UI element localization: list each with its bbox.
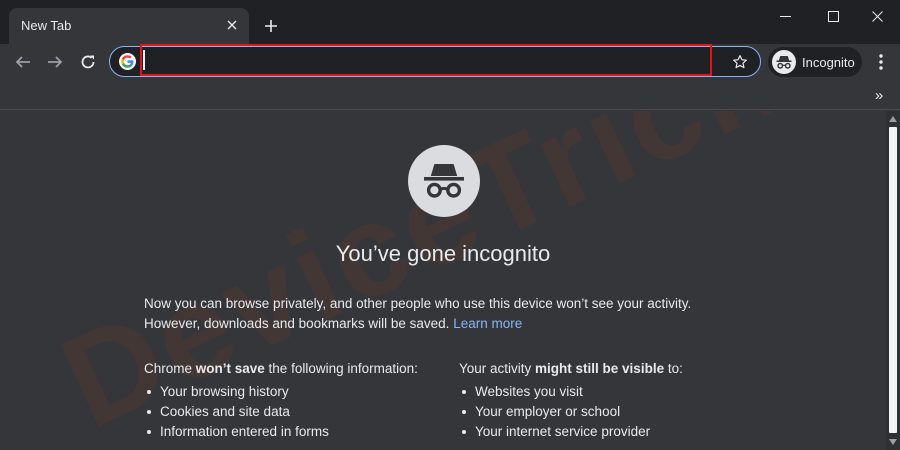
incognito-icon: [772, 50, 796, 74]
google-logo-icon: [119, 53, 136, 70]
list-item: Information entered in forms: [144, 422, 418, 442]
toolbar: Incognito: [0, 44, 900, 80]
maximize-icon[interactable]: [810, 0, 856, 32]
tab-strip: New Tab: [0, 0, 900, 44]
still-visible-list: Websites you visit Your employer or scho…: [459, 382, 683, 442]
intro-line-2: However, downloads and bookmarks will be…: [144, 314, 764, 334]
incognito-page: DeviceTricks You’ve gone incognito Now y…: [0, 111, 886, 450]
wont-save-section: Chrome won’t save the following informat…: [144, 359, 418, 442]
minimize-icon[interactable]: [762, 0, 808, 32]
scroll-down-icon[interactable]: [889, 438, 897, 446]
close-icon[interactable]: [223, 16, 241, 34]
page-title: You’ve gone incognito: [335, 241, 551, 266]
arrow-back-icon[interactable]: [10, 49, 36, 75]
more-vert-icon[interactable]: [870, 49, 892, 75]
incognito-label: Incognito: [802, 55, 855, 70]
still-visible-section: Your activity might still be visible to:…: [459, 359, 683, 442]
title-prefix: Your activity: [459, 361, 536, 376]
reload-icon[interactable]: [75, 49, 101, 75]
plus-icon[interactable]: [260, 15, 282, 37]
incognito-icon: [408, 145, 480, 217]
omnibox[interactable]: [109, 46, 761, 77]
window-close-icon[interactable]: [854, 0, 900, 32]
title-bold: might still be visible: [535, 361, 665, 376]
intro-text: Now you can browse privately, and other …: [144, 294, 764, 334]
scroll-thumb[interactable]: [889, 127, 897, 433]
scroll-up-icon[interactable]: [889, 115, 897, 123]
star-icon[interactable]: [730, 52, 750, 72]
bookmarks-bar: »: [0, 80, 900, 110]
learn-more-link[interactable]: Learn more: [453, 316, 522, 331]
tab-new-tab[interactable]: New Tab: [9, 8, 249, 44]
wont-save-title: Chrome won’t save the following informat…: [144, 359, 418, 379]
incognito-profile-button[interactable]: Incognito: [768, 47, 862, 77]
tab-title: New Tab: [21, 18, 72, 33]
title-bold: won’t save: [195, 361, 265, 376]
title-suffix: the following information:: [264, 361, 418, 376]
wont-save-list: Your browsing history Cookies and site d…: [144, 382, 418, 442]
url-input[interactable]: [142, 47, 710, 75]
list-item: Your employer or school: [459, 402, 683, 422]
still-visible-title: Your activity might still be visible to:: [459, 359, 683, 379]
title-prefix: Chrome: [144, 361, 196, 376]
scrollbar[interactable]: [886, 111, 900, 450]
list-item: Websites you visit: [459, 382, 683, 402]
list-item: Your internet service provider: [459, 422, 683, 442]
text-cursor: [143, 50, 145, 70]
list-item: Cookies and site data: [144, 402, 418, 422]
arrow-forward-icon[interactable]: [42, 49, 68, 75]
list-item: Your browsing history: [144, 382, 418, 402]
title-suffix: to:: [664, 361, 683, 376]
intro-line-1: Now you can browse privately, and other …: [144, 296, 692, 311]
chevron-double-right-icon[interactable]: »: [870, 86, 888, 104]
intro-line-2-text: However, downloads and bookmarks will be…: [144, 316, 450, 331]
